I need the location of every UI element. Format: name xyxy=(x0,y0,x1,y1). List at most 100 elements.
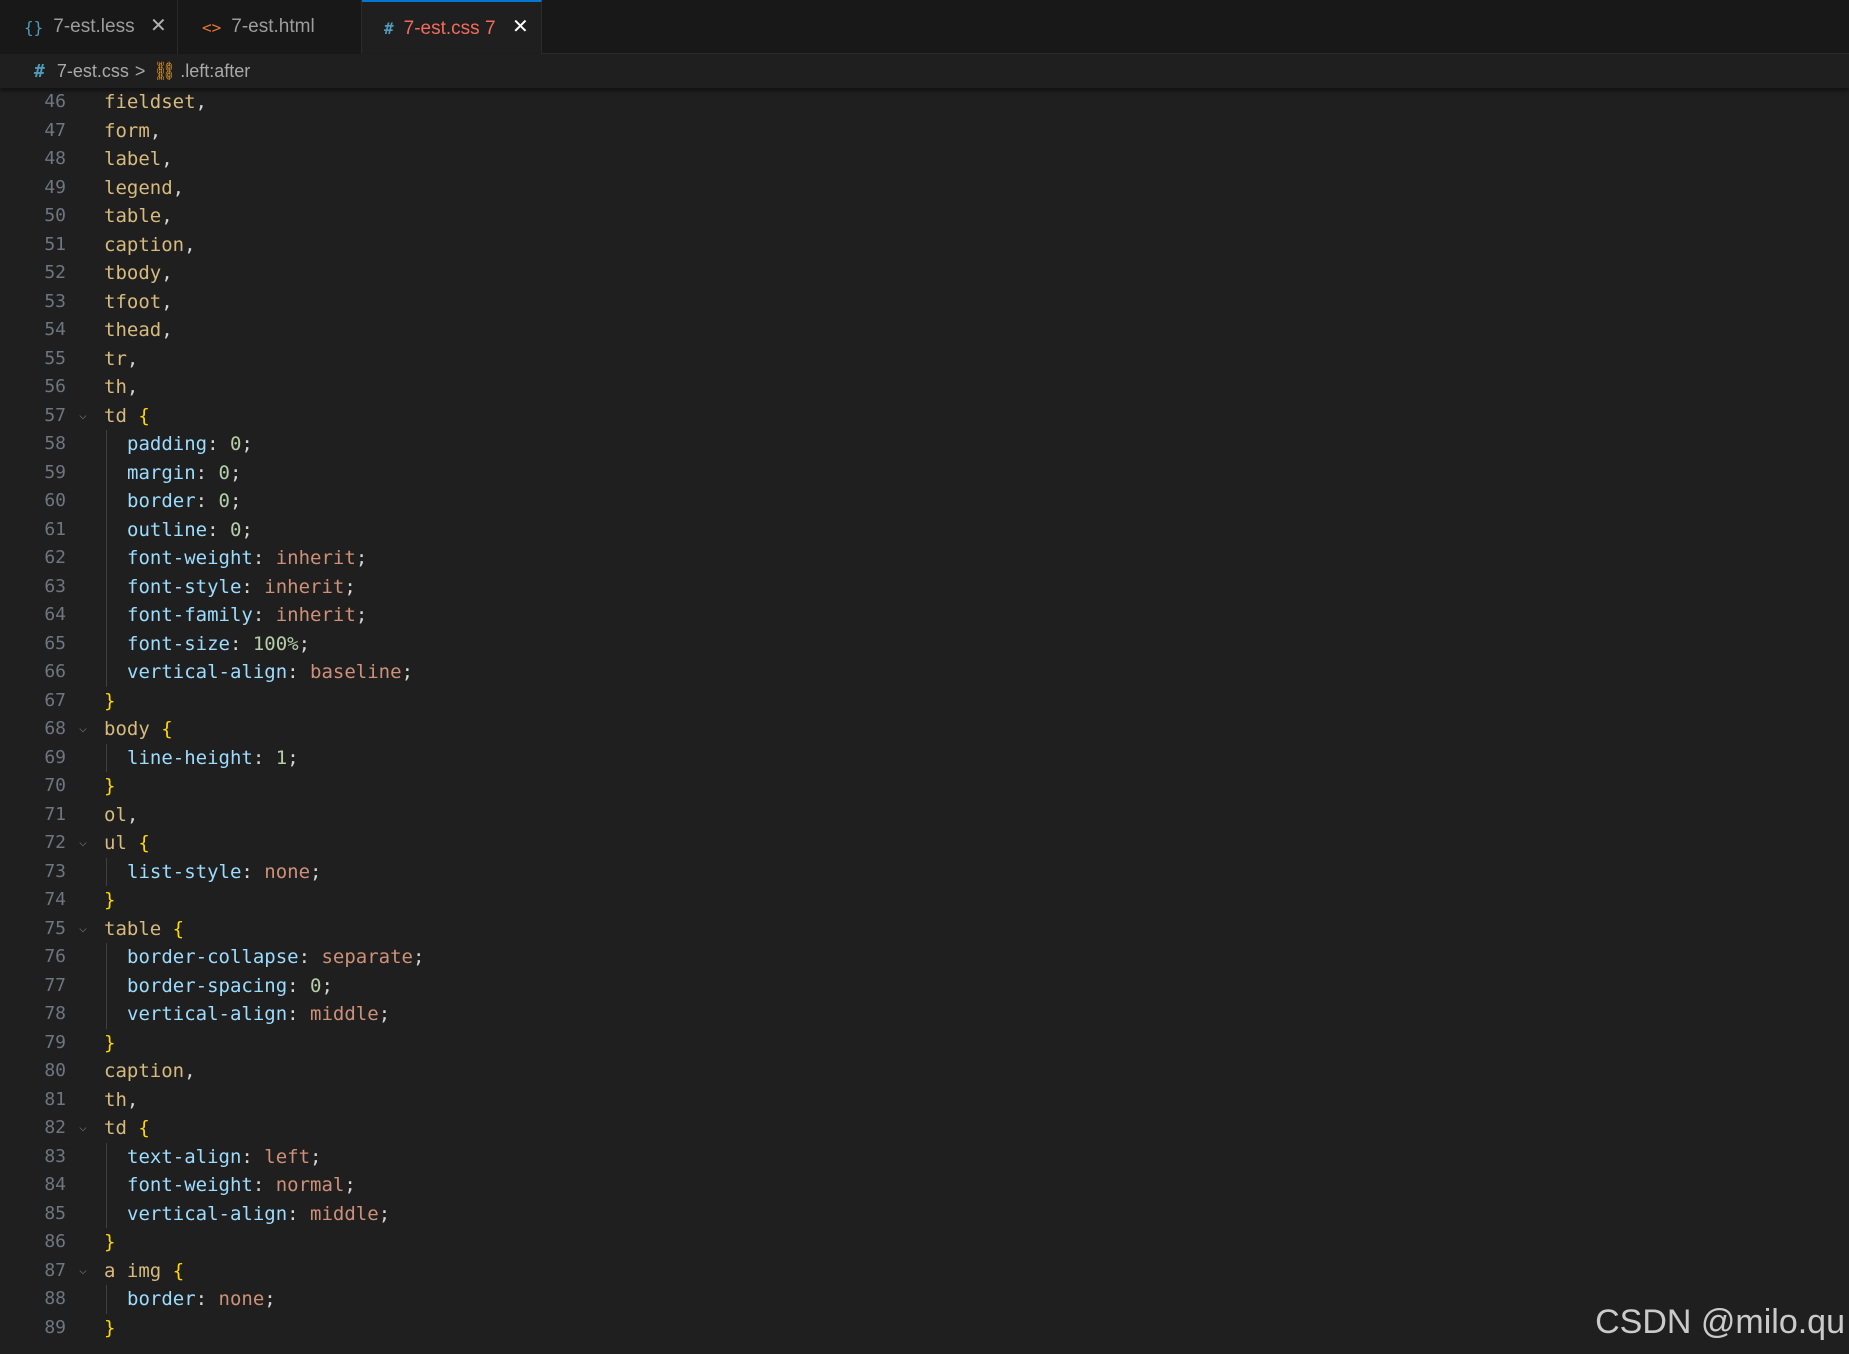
line-number: 56 xyxy=(44,376,66,397)
code-line[interactable]: 65 font-size: 100%; xyxy=(0,629,1849,658)
code-line[interactable]: 69 line-height: 1; xyxy=(0,743,1849,772)
code-text: } xyxy=(104,1314,115,1343)
code-line[interactable]: 51 caption, xyxy=(0,231,1849,260)
code-line[interactable]: 52 tbody, xyxy=(0,259,1849,288)
code-token: { xyxy=(172,917,185,940)
code-text: margin: 0; xyxy=(127,459,241,488)
code-line[interactable]: 71 ol, xyxy=(0,801,1849,830)
code-line[interactable]: 75 ⌵ table { xyxy=(0,915,1849,944)
code-token: border-spacing xyxy=(127,974,288,997)
code-token: thead xyxy=(104,319,162,341)
fold-chevron-icon[interactable]: ⌵ xyxy=(79,402,87,431)
code-line[interactable]: 61 outline: 0; xyxy=(0,515,1849,544)
code-token: legend xyxy=(104,176,173,199)
code-line[interactable]: 72 ⌵ ul { xyxy=(0,829,1849,858)
line-number: 67 xyxy=(44,689,66,711)
tab-7-est-html[interactable]: <> 7-est.html xyxy=(178,0,362,54)
code-line[interactable]: 60 border: 0; xyxy=(0,487,1849,516)
code-token: normal xyxy=(275,1174,345,1196)
line-number: 69 xyxy=(44,746,66,768)
code-line[interactable]: 66 vertical-align: baseline; xyxy=(0,658,1849,687)
code-line[interactable]: 55 tr, xyxy=(0,345,1849,374)
code-token: , xyxy=(126,347,139,370)
code-text: tbody, xyxy=(104,259,173,288)
close-icon[interactable]: ✕ xyxy=(150,13,167,38)
close-icon[interactable]: ✕ xyxy=(512,14,529,39)
code-token: tbody xyxy=(104,262,162,284)
code-token: , xyxy=(161,319,173,341)
fold-chevron-icon[interactable]: ⌵ xyxy=(79,915,87,944)
code-token: table xyxy=(104,917,162,940)
code-line[interactable]: 53 tfoot, xyxy=(0,288,1849,317)
code-line[interactable]: 80 caption, xyxy=(0,1057,1849,1086)
code-line[interactable]: 74} xyxy=(0,886,1849,915)
code-line[interactable]: 73 list-style: none; xyxy=(0,857,1849,886)
fold-chevron-icon[interactable]: ⌵ xyxy=(79,1257,87,1286)
code-line[interactable]: 85 vertical-align: middle; xyxy=(0,1199,1849,1228)
code-line[interactable]: 57 ⌵ td { xyxy=(0,402,1849,431)
fold-chevron-icon[interactable]: ⌵ xyxy=(79,715,87,744)
code-line[interactable]: 87 ⌵ a img { xyxy=(0,1257,1849,1286)
code-editor[interactable]: 46 fieldset, 47 form, 48 label, 49 legend, 50 tab… xyxy=(0,88,1849,1354)
code-line[interactable]: 64 font-family: inherit; xyxy=(0,601,1849,630)
line-number: 88 xyxy=(44,1288,66,1309)
indent-guide xyxy=(106,1142,107,1171)
tab-7-est-css[interactable]: # 7-est.css 7 ✕ xyxy=(362,0,542,55)
code-line[interactable]: 46 fieldset, xyxy=(0,88,1849,117)
code-line[interactable]: 67} xyxy=(0,687,1849,716)
line-number: 81 xyxy=(44,1088,66,1110)
code-line[interactable]: 49 legend, xyxy=(0,174,1849,203)
code-line[interactable]: 68 ⌵ body { xyxy=(0,715,1849,744)
code-token: { xyxy=(138,1117,150,1139)
code-token: none xyxy=(264,860,311,883)
fold-chevron-icon[interactable]: ⌵ xyxy=(79,1114,87,1143)
code-token: tr xyxy=(104,347,127,370)
code-line[interactable]: 58 padding: 0; xyxy=(0,430,1849,459)
code-token: : xyxy=(195,490,219,512)
breadcrumb-symbol[interactable]: .left:after xyxy=(180,61,250,82)
code-token: : xyxy=(207,518,230,541)
line-number: 87 xyxy=(44,1259,66,1281)
code-line[interactable]: 83 text-align: left; xyxy=(0,1142,1849,1172)
code-line[interactable]: 47 form, xyxy=(0,117,1849,146)
code-line[interactable]: 70} xyxy=(0,772,1849,801)
code-line[interactable]: 82 ⌵ td { xyxy=(0,1114,1849,1143)
code-line[interactable]: 56 th, xyxy=(0,373,1849,402)
code-token: { xyxy=(172,1259,185,1282)
code-line[interactable]: 79} xyxy=(0,1029,1849,1058)
code-line[interactable]: 50 table, xyxy=(0,202,1849,231)
tab-7-est-less[interactable]: {} 7-est.less ✕ xyxy=(0,0,178,54)
code-token: ; xyxy=(287,746,299,769)
code-line[interactable]: 76 border-collapse: separate; xyxy=(0,943,1849,972)
indent-guide xyxy=(106,943,107,972)
code-line[interactable]: 62 font-weight: inherit; xyxy=(0,544,1849,573)
code-token: font-weight xyxy=(127,1174,253,1196)
line-number: 50 xyxy=(44,205,66,226)
code-line[interactable]: 77 border-spacing: 0; xyxy=(0,971,1849,1000)
code-line[interactable]: 48 label, xyxy=(0,145,1849,174)
fold-chevron-icon[interactable]: ⌵ xyxy=(79,829,87,858)
code-line[interactable]: 81 th, xyxy=(0,1086,1849,1115)
code-line[interactable]: 54 thead, xyxy=(0,316,1849,345)
line-number: 68 xyxy=(44,718,66,739)
indent-guide xyxy=(106,1285,107,1314)
code-token: font-family xyxy=(127,604,253,626)
code-line[interactable]: 78 vertical-align: middle; xyxy=(0,1000,1849,1029)
breadcrumb-file[interactable]: 7-est.css xyxy=(57,61,129,82)
code-line[interactable]: 59 margin: 0; xyxy=(0,458,1849,488)
code-token: form xyxy=(104,119,150,142)
code-text: font-family: inherit; xyxy=(127,601,367,630)
code-line[interactable]: 88 border: none; xyxy=(0,1285,1849,1314)
code-token: tfoot xyxy=(104,290,162,313)
code-line[interactable]: 89} xyxy=(0,1314,1849,1343)
code-line[interactable]: 86} xyxy=(0,1228,1849,1257)
code-token: ; xyxy=(355,547,368,569)
code-line[interactable]: 84 font-weight: normal; xyxy=(0,1171,1849,1200)
code-text: text-align: left; xyxy=(127,1143,322,1172)
code-line[interactable]: 63 font-style: inherit; xyxy=(0,572,1849,601)
code-token: , xyxy=(184,233,196,256)
code-token: ; xyxy=(229,461,242,484)
line-number: 47 xyxy=(44,119,66,141)
